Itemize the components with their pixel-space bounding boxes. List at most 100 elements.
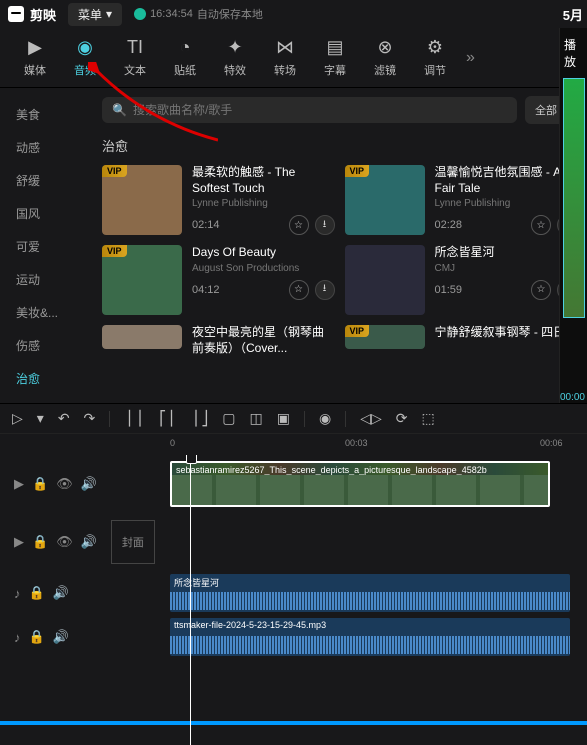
- tab-adjust[interactable]: ⚙调节: [410, 37, 460, 78]
- preview-thumbnail[interactable]: [563, 78, 585, 318]
- autosave-text: 自动保存本地: [197, 6, 263, 22]
- menu-button[interactable]: 菜单 ▾: [68, 3, 122, 26]
- ruler-tick: 00:03: [345, 438, 368, 448]
- redo-button[interactable]: ↷: [84, 410, 96, 427]
- sidebar-item-cute[interactable]: 可爱: [0, 230, 90, 263]
- search-box[interactable]: 🔍: [102, 97, 517, 123]
- playhead[interactable]: [190, 455, 191, 745]
- cover-track-icon[interactable]: ▶: [14, 534, 24, 550]
- favorite-button[interactable]: ☆: [531, 215, 551, 235]
- sidebar-item-beauty[interactable]: 美妆&...: [0, 296, 90, 329]
- select-tool[interactable]: ▷: [12, 410, 23, 427]
- track-card[interactable]: VIP 温馨愉悦吉他氛围感 - A Fair Tale Lynne Publis…: [345, 165, 578, 235]
- track-card[interactable]: VIP 最柔软的触感 - The Softest Touch Lynne Pub…: [102, 165, 335, 235]
- sidebar-item-healing[interactable]: 治愈: [0, 362, 90, 395]
- track-card[interactable]: 夜空中最亮的星（钢琴曲前奏版）（Cover...: [102, 325, 335, 358]
- audio-track-row: ♪ 🔒 🔊 ttsmaker-file-2024-5-23-15-29-45.m…: [0, 615, 587, 659]
- mirror-tool[interactable]: ◁▷: [360, 410, 382, 427]
- track-artist: CMJ: [435, 263, 578, 274]
- delete-tool[interactable]: ▢: [222, 410, 235, 427]
- tab-filter[interactable]: ⊗滤镜: [360, 37, 410, 78]
- crop-tool[interactable]: ⬚: [421, 410, 434, 427]
- tool-dropdown-icon[interactable]: ▾: [37, 410, 44, 427]
- cover-box[interactable]: 封面: [111, 520, 155, 564]
- track-artist: Lynne Publishing: [192, 198, 335, 209]
- track-card[interactable]: VIP 宁静舒缓叙事钢琴 - 四日: [345, 325, 578, 358]
- lock-icon[interactable]: 🔒: [29, 629, 45, 645]
- undo-button[interactable]: ↶: [58, 410, 70, 427]
- subtitle-icon: ▤: [310, 37, 360, 58]
- tab-sticker[interactable]: ◔贴纸: [160, 37, 210, 78]
- track-duration: 02:14: [192, 219, 220, 231]
- audio-clip[interactable]: 所念皆星河: [170, 574, 570, 612]
- eye-icon[interactable]: 👁: [56, 534, 73, 550]
- rotate-tool[interactable]: ⟳: [396, 410, 408, 427]
- timeline-ruler[interactable]: 0 00:03 00:06: [0, 433, 587, 455]
- ruler-tick: 0: [170, 438, 175, 448]
- video-clip[interactable]: sebastianramirez5267_This_scene_depicts_…: [170, 461, 550, 507]
- track-head: ▶ 🔒 👁 🔊: [0, 476, 170, 492]
- freeze-tool[interactable]: ◫: [250, 410, 263, 427]
- tab-effects[interactable]: ✦特效: [210, 37, 260, 78]
- audio-clip[interactable]: ttsmaker-file-2024-5-23-15-29-45.mp3: [170, 618, 570, 656]
- split-tool[interactable]: ⎪⎪: [124, 410, 145, 427]
- preview-label: 播放: [560, 28, 587, 78]
- search-icon: 🔍: [112, 103, 127, 117]
- app-name: 剪映: [30, 5, 56, 24]
- favorite-button[interactable]: ☆: [289, 280, 309, 300]
- video-track-row: ▶ 🔒 👁 🔊 sebastianramirez5267_This_scene_…: [0, 455, 587, 513]
- mute-icon[interactable]: 🔊: [81, 476, 97, 492]
- tab-media[interactable]: ▶媒体: [10, 37, 60, 78]
- vip-badge: VIP: [102, 245, 127, 257]
- lock-icon[interactable]: 🔒: [32, 534, 48, 550]
- mute-icon[interactable]: 🔊: [53, 585, 69, 601]
- track-title: 夜空中最亮的星（钢琴曲前奏版）（Cover...: [192, 325, 335, 356]
- sidebar-item-food[interactable]: 美食: [0, 98, 90, 131]
- track-card[interactable]: VIP Days Of Beauty August Son Production…: [102, 245, 335, 315]
- track-artist: August Son Productions: [192, 263, 335, 274]
- clip-label: sebastianramirez5267_This_scene_depicts_…: [176, 465, 487, 475]
- timeline-toolbar: ▷ ▾ ↶ ↷ ⎪⎪ ⎡⎪ ⎪⎦ ▢ ◫ ▣ ◉ ◁▷ ⟳ ⬚: [0, 403, 587, 433]
- track-thumb: [102, 325, 182, 349]
- cover-track-row: ▶ 🔒 👁 🔊 封面: [0, 513, 587, 571]
- reverse-tool[interactable]: ▣: [277, 410, 290, 427]
- search-input[interactable]: [133, 103, 507, 117]
- download-button[interactable]: ⭳: [315, 215, 335, 235]
- sidebar-item-sad[interactable]: 伤感: [0, 329, 90, 362]
- sidebar-item-national[interactable]: 国风: [0, 197, 90, 230]
- sidebar-item-sport[interactable]: 运动: [0, 263, 90, 296]
- clip-label: ttsmaker-file-2024-5-23-15-29-45.mp3: [174, 620, 326, 630]
- ruler-tick: 00:06: [540, 438, 563, 448]
- record-tool[interactable]: ◉: [319, 410, 331, 427]
- lock-icon[interactable]: 🔒: [29, 585, 45, 601]
- eye-icon[interactable]: 👁: [56, 476, 73, 492]
- tab-transition[interactable]: ⋈转场: [260, 37, 310, 78]
- track-duration: 02:28: [435, 219, 463, 231]
- lock-icon[interactable]: 🔒: [32, 476, 48, 492]
- check-icon: [134, 8, 146, 20]
- sidebar-item-dynamic[interactable]: 动感: [0, 131, 90, 164]
- date-label: 5月: [563, 5, 583, 24]
- favorite-button[interactable]: ☆: [289, 215, 309, 235]
- track-thumb: [345, 245, 425, 315]
- mute-icon[interactable]: 🔊: [53, 629, 69, 645]
- track-title: 温馨愉悦吉他氛围感 - A Fair Tale: [435, 165, 578, 196]
- track-card[interactable]: 所念皆星河 CMJ 01:59 ☆＋: [345, 245, 578, 315]
- favorite-button[interactable]: ☆: [531, 280, 551, 300]
- transition-icon: ⋈: [260, 37, 310, 58]
- video-track-icon[interactable]: ▶: [14, 476, 24, 492]
- tab-text[interactable]: TI文本: [110, 37, 160, 78]
- audio-track-icon[interactable]: ♪: [14, 586, 21, 601]
- audio-track-icon[interactable]: ♪: [14, 630, 21, 645]
- trim-left-tool[interactable]: ⎡⎪: [159, 410, 177, 427]
- audio-icon: ◉: [60, 37, 110, 58]
- more-tabs-arrow[interactable]: »: [460, 49, 481, 67]
- mute-icon[interactable]: 🔊: [81, 534, 97, 550]
- download-button[interactable]: ⭳: [315, 280, 335, 300]
- sidebar-item-calm[interactable]: 舒缓: [0, 164, 90, 197]
- effects-icon: ✦: [210, 37, 260, 58]
- track-head: ♪ 🔒 🔊: [0, 585, 170, 601]
- tab-subtitle[interactable]: ▤字幕: [310, 37, 360, 78]
- trim-right-tool[interactable]: ⎪⎦: [191, 410, 209, 427]
- tab-audio[interactable]: ◉音频: [60, 37, 110, 78]
